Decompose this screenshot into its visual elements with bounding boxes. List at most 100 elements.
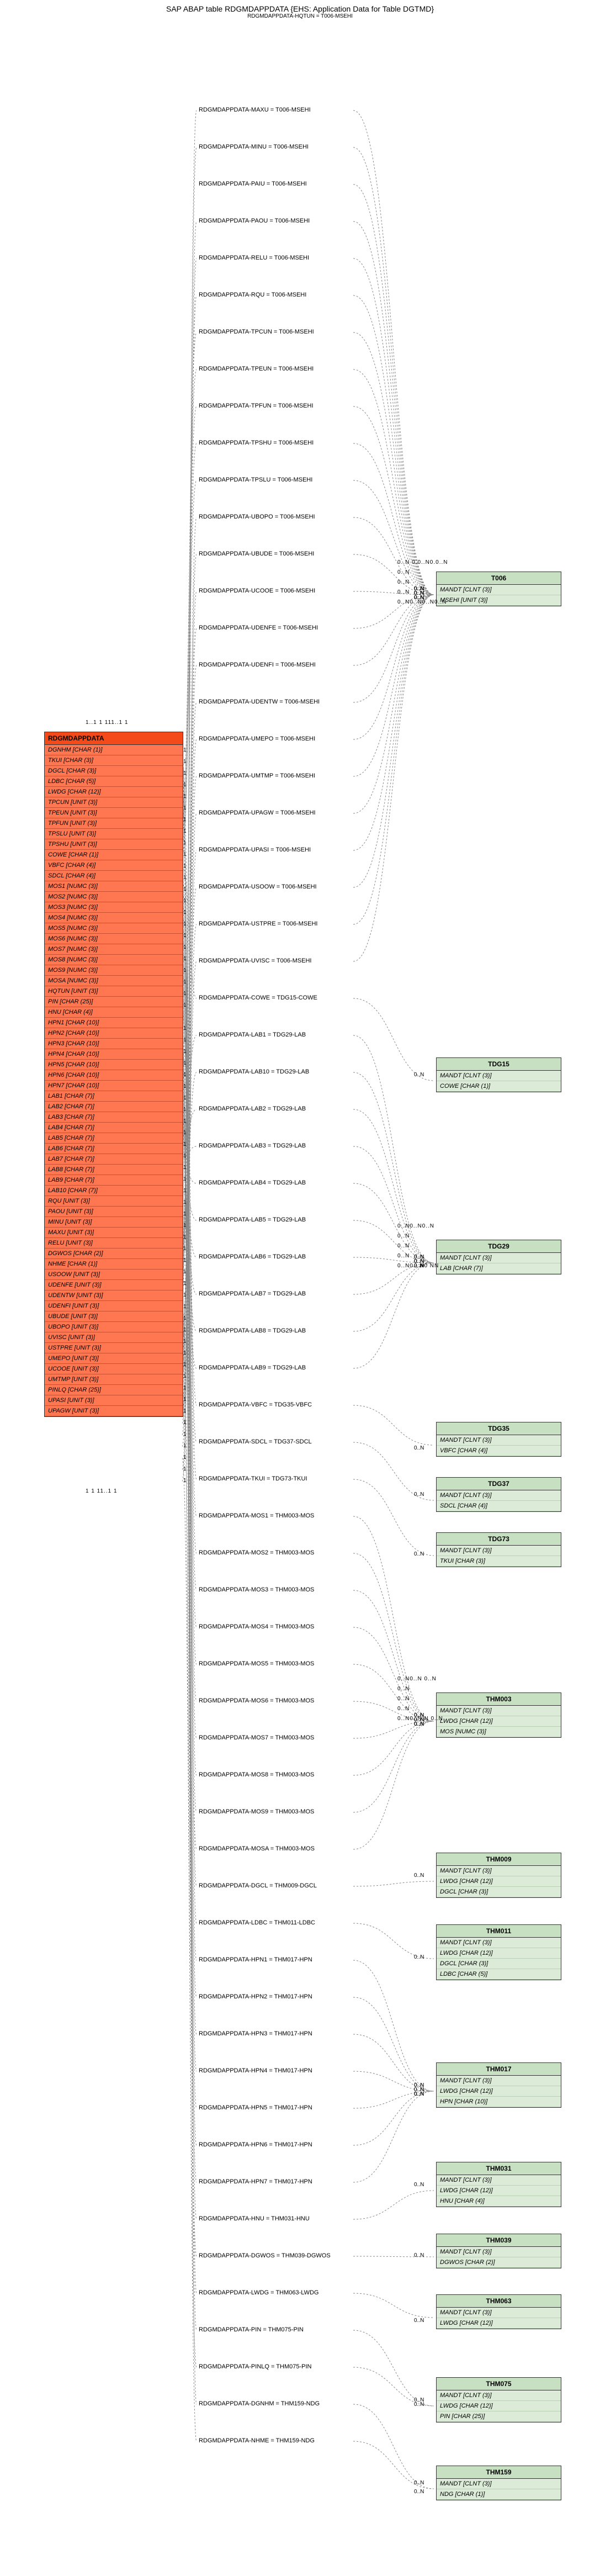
relation-label: RDGMDAPPDATA-TPSHU = T006-MSEHI <box>199 440 314 446</box>
relation-label: RDGMDAPPDATA-UMEPO = T006-MSEHI <box>199 736 315 742</box>
main-field-row: MINU [UNIT (3)] <box>45 1217 183 1228</box>
relation-label: RDGMDAPPDATA-HPN1 = THM017-HPN <box>199 1956 312 1963</box>
diagram-canvas: RDGMDAPPDATA DGNHM [CHAR (1)]TKUI [CHAR … <box>0 25 600 2576</box>
main-field-row: UMTMP [UNIT (3)] <box>45 1374 183 1385</box>
relation-label: RDGMDAPPDATA-UDENFE = T006-MSEHI <box>199 625 318 631</box>
relation-label: RDGMDAPPDATA-MOS2 = THM003-MOS <box>199 1549 314 1556</box>
main-field-row: LAB7 [CHAR (7)] <box>45 1154 183 1165</box>
cardinality-cluster: 0..N <box>397 1243 410 1249</box>
main-field-row: UDENFE [UNIT (3)] <box>45 1280 183 1290</box>
cardinality-left: 1 <box>183 1025 187 1032</box>
cardinality-left: 1 <box>183 933 187 939</box>
cardinality-left: 1 <box>183 1269 187 1275</box>
side-table-header: THM017 <box>437 2063 561 2076</box>
relation-label: RDGMDAPPDATA-UPAGW = T006-MSEHI <box>199 810 316 816</box>
main-field-row: RELU [UNIT (3)] <box>45 1238 183 1249</box>
cardinality-right: 0..N <box>414 1954 424 1960</box>
main-field-row: UDENFI [UNIT (3)] <box>45 1301 183 1311</box>
side-field-row: MANDT [CLNT (3)] <box>437 1938 561 1948</box>
main-field-row: LWDG [CHAR (12)] <box>45 787 183 797</box>
cardinality-left: 1 <box>183 1454 187 1461</box>
side-field-row: HNU [CHAR (4)] <box>437 2196 561 2207</box>
main-field-row: LAB8 [CHAR (7)] <box>45 1165 183 1175</box>
side-field-row: DGCL [CHAR (3)] <box>437 1887 561 1897</box>
main-field-row: USTPRE [UNIT (3)] <box>45 1343 183 1353</box>
main-field-row: MOS2 [NUMC (3)] <box>45 892 183 902</box>
side-table-tdg35: TDG35MANDT [CLNT (3)]VBFC [CHAR (4)] <box>436 1422 561 1457</box>
cardinality-left: 1 <box>183 1107 187 1113</box>
side-field-row: LWDG [CHAR (12)] <box>437 1876 561 1887</box>
relation-label: RDGMDAPPDATA-VBFC = TDG35-VBFC <box>199 1401 312 1408</box>
main-field-row: UCOOE [UNIT (3)] <box>45 1364 183 1374</box>
side-table-thm031: THM031MANDT [CLNT (3)]LWDG [CHAR (12)]HN… <box>436 2162 561 2207</box>
relation-label: RDGMDAPPDATA-MOS8 = THM003-MOS <box>199 1771 314 1778</box>
main-field-row: MOS3 [NUMC (3)] <box>45 902 183 913</box>
main-field-row: LDBC [CHAR (5)] <box>45 776 183 787</box>
cardinality-left: 1 <box>183 1478 187 1484</box>
relation-label: RDGMDAPPDATA-LAB5 = TDG29-LAB <box>199 1216 306 1223</box>
relation-label: RDGMDAPPDATA-TKUI = TDG73-TKUI <box>199 1475 307 1482</box>
cardinality-left: 1 <box>183 1141 187 1147</box>
cardinality-left: 1 <box>183 1327 187 1333</box>
relation-label: RDGMDAPPDATA-RQU = T006-MSEHI <box>199 292 306 298</box>
side-field-row: SDCL [CHAR (4)] <box>437 1501 561 1511</box>
cardinality-left: 1 <box>183 1199 187 1205</box>
cardinality-cluster: 0..N <box>397 569 410 575</box>
cardinality-left: 1 <box>183 1165 187 1171</box>
cardinality-left: 1 <box>183 1350 187 1356</box>
side-table-tdg15: TDG15MANDT [CLNT (3)]COWE [CHAR (1)] <box>436 1057 561 1092</box>
main-field-row: TKUI [CHAR (3)] <box>45 755 183 766</box>
relation-label: RDGMDAPPDATA-MOS6 = THM003-MOS <box>199 1697 314 1704</box>
main-field-row: COWE [CHAR (1)] <box>45 850 183 860</box>
cardinality-right: 0..N <box>414 1873 424 1879</box>
main-field-row: TPFUN [UNIT (3)] <box>45 818 183 829</box>
cardinality-left: 1 <box>183 817 187 823</box>
side-field-row: LWDG [CHAR (12)] <box>437 1716 561 1727</box>
main-field-row: MOS5 [NUMC (3)] <box>45 923 183 934</box>
relation-label: RDGMDAPPDATA-SDCL = TDG37-SDCL <box>199 1438 312 1445</box>
main-field-row: MOS4 [NUMC (3)] <box>45 913 183 923</box>
cardinality-left: 1 <box>183 1060 187 1066</box>
cardinality-right: 0..N <box>414 2091 424 2097</box>
relation-label: RDGMDAPPDATA-UDENFI = T006-MSEHI <box>199 662 316 668</box>
relation-label: RDGMDAPPDATA-MOS1 = THM003-MOS <box>199 1512 314 1519</box>
relation-label: RDGMDAPPDATA-LAB10 = TDG29-LAB <box>199 1069 309 1075</box>
cardinality-right: 0..N <box>414 1072 424 1078</box>
side-table-header: THM039 <box>437 2234 561 2247</box>
main-field-row: HPN5 [CHAR (10)] <box>45 1060 183 1070</box>
relation-label: RDGMDAPPDATA-DGWOS = THM039-DGWOS <box>199 2252 331 2259</box>
main-field-row: SDCL [CHAR (4)] <box>45 871 183 881</box>
cardinality-left: 1 <box>183 875 187 881</box>
cardinality-left: 1 <box>183 828 187 834</box>
relation-label: RDGMDAPPDATA-MAXU = T006-MSEHI <box>199 107 311 113</box>
side-field-row: MANDT [CLNT (3)] <box>437 2390 561 2401</box>
cardinality-left: 1 <box>183 1408 187 1414</box>
relation-label: RDGMDAPPDATA-PIN = THM075-PIN <box>199 2326 304 2333</box>
side-table-header: TDG37 <box>437 1478 561 1490</box>
side-table-thm011: THM011MANDT [CLNT (3)]LWDG [CHAR (12)]DG… <box>436 1924 561 1980</box>
cardinality-left: 1 <box>183 1304 187 1310</box>
cardinality-left: 1 <box>183 886 187 892</box>
cardinality-left: 1 <box>183 840 187 846</box>
side-table-t006: T006MANDT [CLNT (3)]MSEHI [UNIT (3)] <box>436 572 561 606</box>
side-table-header: TDG15 <box>437 1058 561 1071</box>
cardinality-left: 1 <box>183 1257 187 1263</box>
side-table-thm039: THM039MANDT [CLNT (3)]DGWOS [CHAR (2)] <box>436 2234 561 2268</box>
side-table-tdg37: TDG37MANDT [CLNT (3)]SDCL [CHAR (4)] <box>436 1477 561 1512</box>
side-field-row: LWDG [CHAR (12)] <box>437 2086 561 2097</box>
cardinality-cluster-left-top: 1..1 1 111..1 1 <box>86 720 128 726</box>
cardinality-left: 1 <box>183 898 187 904</box>
relation-label: RDGMDAPPDATA-PINLQ = THM075-PIN <box>199 2363 311 2370</box>
relation-label: RDGMDAPPDATA-HPN6 = THM017-HPN <box>199 2141 312 2148</box>
side-table-thm075: THM075MANDT [CLNT (3)]LWDG [CHAR (12)]PI… <box>436 2377 561 2422</box>
main-field-row: RQU [UNIT (3)] <box>45 1196 183 1207</box>
cardinality-right: 0..N <box>414 1491 424 1498</box>
cardinality-left: 1 <box>183 921 187 927</box>
relation-label: RDGMDAPPDATA-UVISC = T006-MSEHI <box>199 958 311 964</box>
cardinality-left: 1 <box>183 1397 187 1403</box>
page-subtitle: RDGMDAPPDATA-HQTUN = T006-MSEHI <box>0 13 600 25</box>
main-field-row: LAB5 [CHAR (7)] <box>45 1133 183 1144</box>
cardinality-left: 1 <box>183 851 187 858</box>
relation-label: RDGMDAPPDATA-LAB3 = TDG29-LAB <box>199 1142 306 1149</box>
side-field-row: HPN [CHAR (10)] <box>437 2097 561 2107</box>
